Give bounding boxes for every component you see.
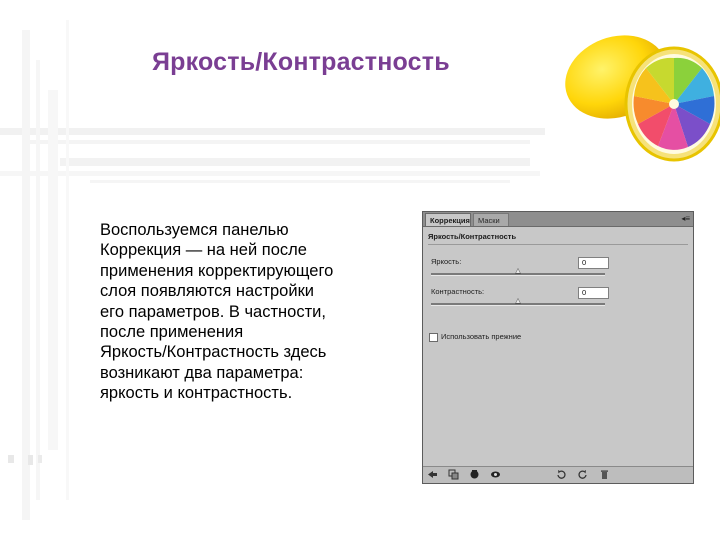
tab-masks[interactable]: Маски [473,213,509,226]
brightness-label: Яркость: [431,257,462,266]
panel-bottom-toolbar [423,466,693,483]
contrast-slider-thumb[interactable] [515,298,521,304]
back-icon[interactable] [427,469,438,480]
body-line: Воспользуемся панелью [100,221,289,239]
body-line: Яркость/Контрастность здесь [100,343,327,362]
body-line: яркость и контрастность. [100,384,293,403]
panel-menu-icon[interactable]: ◂≡ [681,214,690,224]
panel-tab-bar: Коррекция Маски ◂≡ [423,212,693,227]
body-line: слоя появляются настройки [100,282,315,301]
adjustments-panel: Коррекция Маски ◂≡ Яркость/Контрастность… [422,211,694,484]
slide-title: Яркость/Контрастность [152,48,450,76]
brightness-input[interactable]: 0 [578,257,609,269]
use-legacy-label: Использовать прежние [441,332,522,341]
reset-alt-icon[interactable] [577,469,588,480]
visibility-icon[interactable] [469,469,480,480]
contrast-input[interactable]: 0 [578,287,609,299]
body-line: Коррекция — на ней после [100,241,307,260]
body-line: его параметров. В частности, [100,302,326,321]
reset-icon[interactable] [556,469,567,480]
use-legacy-checkbox[interactable] [429,333,438,342]
body-line: возникают два параметра: [100,363,304,382]
contrast-label: Контрастность: [431,287,485,296]
body-text: Воспользуемся панелью Коррекция — на ней… [100,220,370,404]
panel-heading: Яркость/Контрастность [428,232,517,241]
eye-icon[interactable] [490,469,501,480]
clip-icon[interactable] [448,469,459,480]
brightness-slider-thumb[interactable] [515,268,521,274]
body-line: применения корректирующего [100,261,334,280]
delete-icon[interactable] [599,469,610,480]
tab-corrections[interactable]: Коррекция [425,213,471,226]
body-line: после применения [100,323,244,342]
citrus-illustration [565,35,720,162]
divider [428,244,688,245]
